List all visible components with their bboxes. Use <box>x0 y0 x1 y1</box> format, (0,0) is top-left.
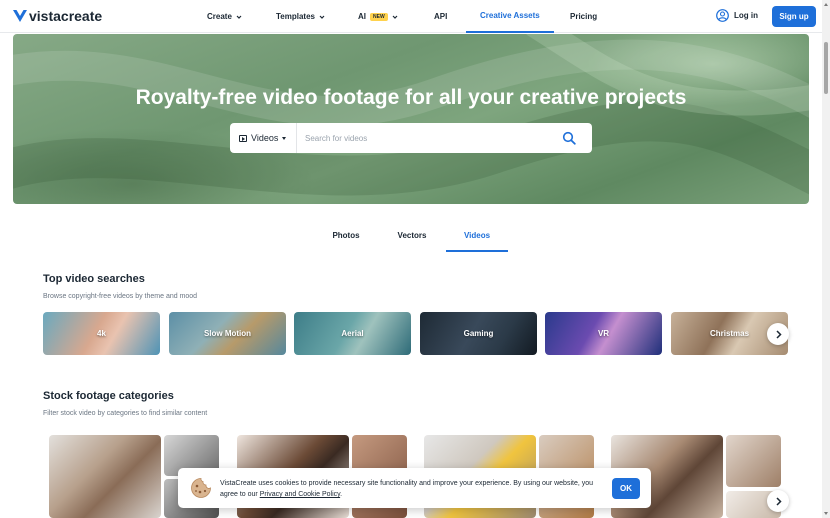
login-label: Log in <box>734 11 758 20</box>
login-link[interactable]: Log in <box>716 9 758 22</box>
nav-api-label: API <box>434 12 448 21</box>
search-input[interactable] <box>297 124 562 152</box>
category-thumbnail <box>49 435 161 518</box>
top-searches-carousel: 4k Slow Motion Aerial Gaming VR Christma… <box>43 312 793 356</box>
hero-banner: Royalty-free video footage for all your … <box>13 34 809 204</box>
tab-photos-label: Photos <box>332 231 360 240</box>
search-tile-slow-motion-label: Slow Motion <box>203 329 252 338</box>
top-video-searches-subtitle: Browse copyright-free videos by theme an… <box>43 293 198 300</box>
search-icon[interactable] <box>562 131 576 145</box>
nav-api[interactable]: API <box>434 0 447 33</box>
search-tile-gaming[interactable]: Gaming <box>420 312 537 355</box>
logo-text: vistacreate <box>29 8 103 24</box>
nav-templates[interactable]: Templates <box>276 0 325 33</box>
chevron-down-icon <box>236 15 242 19</box>
scroll-down-arrow-icon[interactable] <box>824 512 828 515</box>
cookie-icon <box>191 478 211 498</box>
search-type-dropdown[interactable]: Videos <box>230 123 297 153</box>
video-search-bar: Videos <box>230 123 592 153</box>
top-video-searches-heading: Top video searches <box>43 273 145 285</box>
search-tile-aerial[interactable]: Aerial <box>294 312 411 355</box>
tab-videos-label: Videos <box>463 231 491 240</box>
tab-videos[interactable]: Videos <box>446 226 508 252</box>
scroll-up-arrow-icon[interactable] <box>824 3 828 6</box>
categories-next-button[interactable] <box>767 490 789 512</box>
hero-title: Royalty-free video footage for all your … <box>135 86 687 109</box>
chevron-right-icon <box>775 496 782 506</box>
search-tile-vr[interactable]: VR <box>545 312 662 355</box>
cookie-message: VistaCreate uses cookies to provide nece… <box>220 478 608 500</box>
nav-templates-label: Templates <box>276 12 315 21</box>
tab-vectors-label: Vectors <box>397 231 427 240</box>
search-tile-4k[interactable]: 4k <box>43 312 160 355</box>
cookie-ok-button[interactable]: OK <box>612 478 640 499</box>
search-tile-4k-label: 4k <box>97 329 106 338</box>
search-tile-slow-motion[interactable]: Slow Motion <box>169 312 286 355</box>
hero-background-image <box>13 34 809 196</box>
carousel-next-button[interactable] <box>767 323 789 345</box>
nav-creative-assets[interactable]: Creative Assets <box>466 0 554 33</box>
page-scrollbar[interactable] <box>822 0 830 518</box>
nav-create-label: Create <box>207 12 232 21</box>
caret-down-icon <box>282 136 287 140</box>
cookie-consent-banner: VistaCreate uses cookies to provide nece… <box>178 468 651 508</box>
category-thumbnail <box>726 435 781 487</box>
video-play-icon <box>239 134 247 142</box>
logo-mark-icon <box>13 10 27 22</box>
asset-type-tabs: Photos Vectors Videos <box>0 226 822 252</box>
nav-pricing-label: Pricing <box>570 12 598 21</box>
user-icon <box>716 9 729 22</box>
search-tile-christmas-label: Christmas <box>709 329 750 338</box>
nav-pricing[interactable]: Pricing <box>570 0 597 33</box>
chevron-right-icon <box>775 329 782 339</box>
privacy-policy-link[interactable]: Privacy and Cookie Policy <box>260 491 340 498</box>
vistacreate-logo[interactable]: vistacreate <box>13 8 102 24</box>
nav-creative-assets-label: Creative Assets <box>480 11 540 20</box>
nav-ai-label: AI <box>358 12 366 21</box>
cookie-text-end: . <box>340 491 343 498</box>
nav-create[interactable]: Create <box>207 0 242 33</box>
tab-photos[interactable]: Photos <box>324 226 368 252</box>
top-navigation: vistacreate Create Templates AI NEW API … <box>0 0 822 33</box>
chevron-down-icon <box>392 15 398 19</box>
search-type-label: Videos <box>251 133 279 143</box>
stock-footage-categories-heading: Stock footage categories <box>43 390 174 402</box>
tab-vectors[interactable]: Vectors <box>389 226 435 252</box>
search-tile-vr-label: VR <box>597 329 610 338</box>
sign-up-button[interactable]: Sign up <box>772 6 816 27</box>
search-tile-aerial-label: Aerial <box>341 329 364 338</box>
new-badge: NEW <box>370 12 388 21</box>
scrollbar-thumb[interactable] <box>824 42 828 94</box>
search-tile-gaming-label: Gaming <box>463 329 494 338</box>
nav-ai[interactable]: AI NEW <box>358 0 398 33</box>
stock-footage-categories-subtitle: Filter stock video by categories to find… <box>43 410 208 417</box>
chevron-down-icon <box>319 15 325 19</box>
